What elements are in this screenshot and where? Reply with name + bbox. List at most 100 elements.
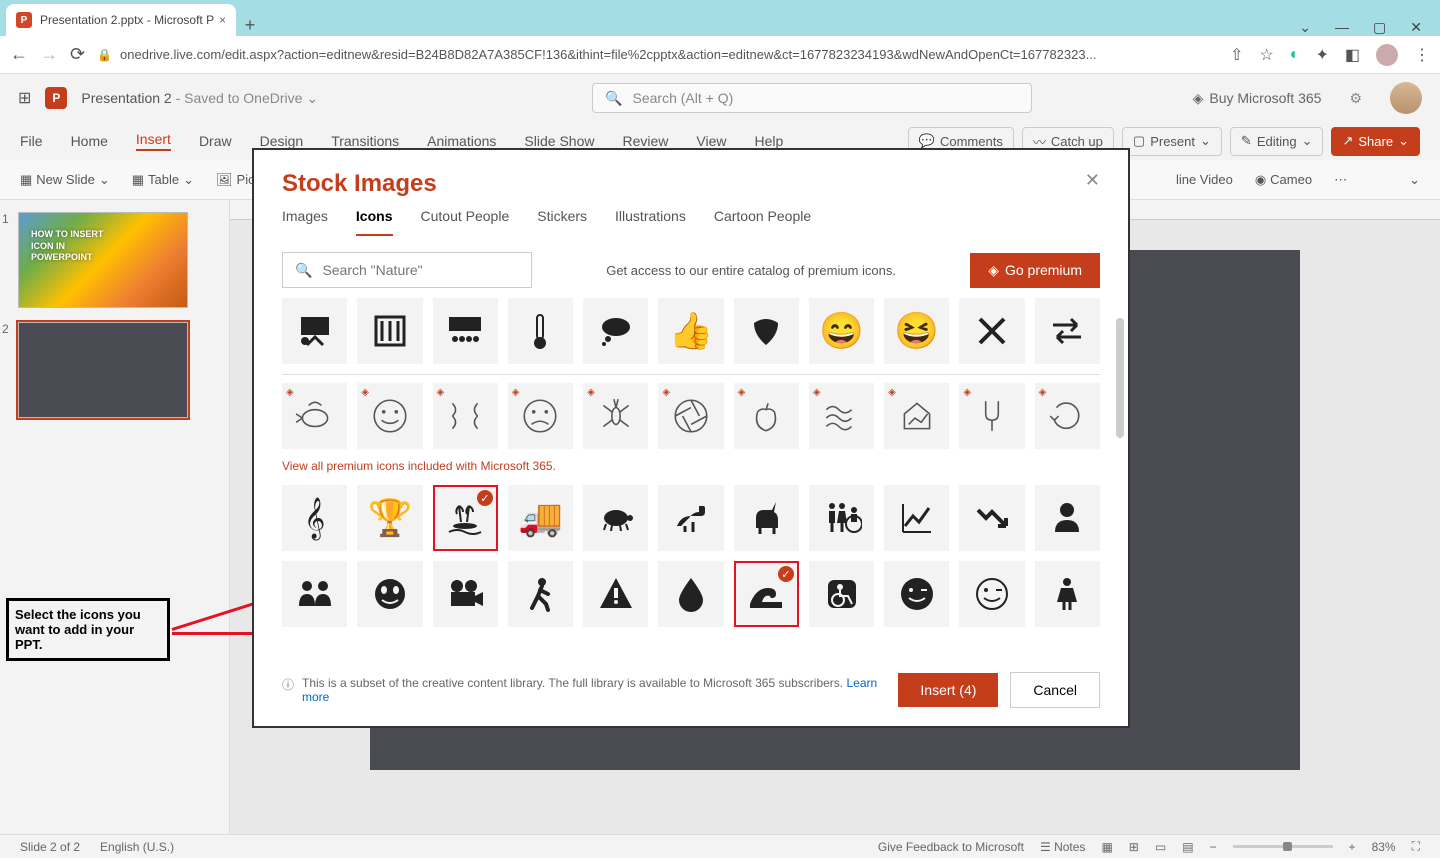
tab-images[interactable]: Images — [282, 208, 328, 236]
go-premium-button[interactable]: ◈ Go premium — [970, 253, 1100, 288]
icon-tools-cross[interactable] — [959, 298, 1024, 364]
icon-wave[interactable] — [734, 561, 799, 627]
icon-trophy[interactable]: 🏆 — [357, 485, 422, 551]
icon-mosquito-premium[interactable]: ◈ — [583, 383, 648, 449]
icon-clownfish-premium[interactable]: ◈ — [282, 383, 347, 449]
insert-button[interactable]: Insert (4) — [898, 673, 998, 707]
zoom-in-icon[interactable]: + — [1349, 840, 1356, 854]
icon-compress-premium[interactable]: ◈ — [433, 383, 498, 449]
kebab-menu-icon[interactable]: ⋮ — [1414, 45, 1430, 65]
menu-animations[interactable]: Animations — [427, 133, 496, 149]
fit-icon[interactable]: ⛶ — [1412, 839, 1420, 854]
document-name[interactable]: Presentation 2 - Saved to OneDrive ⌄ — [81, 90, 318, 107]
menu-draw[interactable]: Draw — [199, 133, 232, 149]
cameo-button[interactable]: ◉Cameo — [1255, 172, 1312, 188]
address-bar[interactable]: 🔒 onedrive.live.com/edit.aspx?action=edi… — [97, 47, 1218, 62]
dialog-search-input[interactable]: 🔍 — [282, 252, 532, 288]
bookmark-star-icon[interactable]: ☆ — [1259, 45, 1273, 65]
new-slide-button[interactable]: ▦New Slide ⌄ — [20, 172, 110, 188]
sidepanel-icon[interactable]: ◧ — [1345, 45, 1360, 65]
back-icon[interactable]: ← — [10, 44, 28, 65]
editing-button[interactable]: ✎Editing⌄ — [1230, 127, 1324, 156]
menu-help[interactable]: Help — [754, 133, 783, 149]
icon-frown-premium[interactable]: ◈ — [508, 383, 573, 449]
icon-tuning-fork-premium[interactable]: ◈ — [959, 383, 1024, 449]
tab-stickers[interactable]: Stickers — [537, 208, 587, 236]
icon-dinosaur[interactable] — [658, 485, 723, 551]
zoom-level[interactable]: 83% — [1372, 840, 1396, 854]
icon-recycle-premium[interactable]: ◈ — [1035, 383, 1100, 449]
new-tab-button[interactable]: + — [236, 15, 264, 36]
icon-line-chart-up[interactable] — [884, 485, 949, 551]
icon-wink-solid[interactable] — [884, 561, 949, 627]
icon-thought-cloud[interactable] — [583, 298, 648, 364]
icon-wink-outline[interactable] — [959, 561, 1024, 627]
menu-review[interactable]: Review — [622, 133, 668, 149]
search-field[interactable] — [322, 262, 519, 278]
icon-tongue[interactable] — [734, 298, 799, 364]
menu-insert[interactable]: Insert — [136, 131, 171, 151]
dialog-scrollbar[interactable] — [1116, 298, 1124, 660]
icon-user[interactable] — [1035, 485, 1100, 551]
tab-illustrations[interactable]: Illustrations — [615, 208, 686, 236]
icon-presentation-screen[interactable] — [282, 298, 347, 364]
menu-slideshow[interactable]: Slide Show — [524, 133, 594, 149]
notes-button[interactable]: ☰ Notes — [1040, 840, 1085, 854]
menu-view[interactable]: View — [696, 133, 726, 149]
icon-crazy-emoji[interactable]: 😆 — [884, 298, 949, 364]
feedback-link[interactable]: Give Feedback to Microsoft — [878, 840, 1024, 854]
icon-smile-outline-premium[interactable]: ◈ — [357, 383, 422, 449]
icon-theater[interactable] — [433, 298, 498, 364]
profile-avatar-icon[interactable] — [1376, 44, 1398, 66]
icon-people-group[interactable] — [282, 561, 347, 627]
share-button[interactable]: ↗Share⌄ — [1331, 127, 1420, 156]
icon-truck[interactable]: 🚚 — [508, 485, 573, 551]
icon-woman[interactable] — [1035, 561, 1100, 627]
minimize-icon[interactable]: — — [1335, 19, 1349, 36]
tab-icons[interactable]: Icons — [356, 208, 393, 236]
view-reading-icon[interactable]: ▭ — [1155, 840, 1166, 854]
chevron-down-icon[interactable]: ⌄ — [1299, 19, 1311, 36]
share-icon[interactable]: ⇧ — [1230, 45, 1243, 65]
view-slideshow-icon[interactable]: ▤ — [1182, 840, 1193, 854]
icon-thumbs-up[interactable]: 👍 — [658, 298, 723, 364]
maximize-icon[interactable]: ▢ — [1373, 19, 1386, 36]
view-normal-icon[interactable]: ▦ — [1101, 840, 1112, 854]
icon-aperture-premium[interactable]: ◈ — [658, 383, 723, 449]
icon-globe-face[interactable] — [357, 561, 422, 627]
language-indicator[interactable]: English (U.S.) — [100, 840, 174, 854]
icon-house-chart-premium[interactable]: ◈ — [884, 383, 949, 449]
icon-restroom[interactable] — [809, 485, 874, 551]
tab-close-icon[interactable]: × — [219, 13, 226, 27]
icon-unicorn[interactable] — [734, 485, 799, 551]
tab-cutout-people[interactable]: Cutout People — [421, 208, 510, 236]
icon-turtle[interactable] — [583, 485, 648, 551]
icon-warning[interactable] — [583, 561, 648, 627]
table-button[interactable]: ▦Table ⌄ — [132, 172, 194, 188]
menu-file[interactable]: File — [20, 133, 43, 149]
icon-apple-premium[interactable]: ◈ — [734, 383, 799, 449]
browser-tab[interactable]: P Presentation 2.pptx - Microsoft P × — [6, 4, 236, 36]
extension-grammarly-icon[interactable]: ◐ — [1290, 46, 1300, 64]
icon-walking[interactable] — [508, 561, 573, 627]
pictures-button-partial[interactable]: 🖼Pic — [216, 172, 255, 188]
icon-grin-emoji[interactable]: 😄 — [809, 298, 874, 364]
close-window-icon[interactable]: ✕ — [1410, 19, 1422, 36]
extensions-icon[interactable]: ✦ — [1315, 45, 1328, 65]
online-video-button-partial[interactable]: line Video — [1176, 172, 1233, 187]
icon-video-camera[interactable] — [433, 561, 498, 627]
icon-wheelchair[interactable] — [809, 561, 874, 627]
view-sorter-icon[interactable]: ⊞ — [1129, 840, 1139, 854]
menu-design[interactable]: Design — [260, 133, 304, 149]
icon-treble-clef[interactable]: 𝄞 — [282, 485, 347, 551]
present-button[interactable]: ▢Present⌄ — [1122, 127, 1222, 156]
icon-palm-island[interactable] — [433, 485, 498, 551]
icon-thermometer[interactable] — [508, 298, 573, 364]
buy-microsoft-365-button[interactable]: ◈ Buy Microsoft 365 — [1193, 90, 1322, 107]
user-avatar-icon[interactable] — [1390, 82, 1422, 114]
search-bar[interactable]: 🔍 Search (Alt + Q) — [592, 83, 1032, 113]
tab-cartoon-people[interactable]: Cartoon People — [714, 208, 811, 236]
collapse-ribbon-icon[interactable]: ⌄ — [1409, 172, 1420, 188]
cancel-button[interactable]: Cancel — [1010, 672, 1100, 708]
menu-home[interactable]: Home — [71, 133, 108, 149]
